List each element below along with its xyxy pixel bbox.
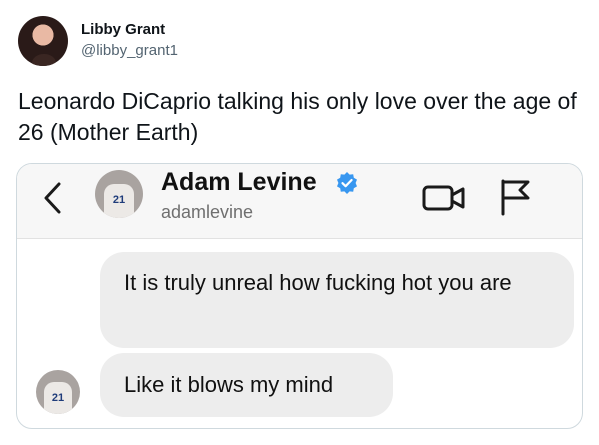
jersey-graphic: 21 <box>44 382 72 414</box>
jersey-number: 21 <box>51 392 65 404</box>
attached-image[interactable]: 21 Adam Levine adamlevine It is truly un… <box>16 163 583 429</box>
contact-name[interactable]: Adam Levine <box>161 168 317 197</box>
message-bubble[interactable]: It is truly unreal how fucking hot you a… <box>100 252 574 348</box>
verified-badge-icon <box>337 172 357 194</box>
jersey-number: 21 <box>112 194 126 206</box>
message-bubble[interactable]: Like it blows my mind <box>100 353 393 417</box>
contact-username: adamlevine <box>161 202 254 222</box>
flag-icon[interactable] <box>498 178 532 216</box>
video-call-icon[interactable] <box>421 182 467 214</box>
jersey-graphic: 21 <box>104 184 134 218</box>
author-handle[interactable]: @libby_grant1 <box>81 42 178 59</box>
sender-avatar[interactable]: 21 <box>36 370 80 414</box>
author-display-name[interactable]: Libby Grant <box>81 21 165 38</box>
dm-header: 21 Adam Levine adamlevine <box>17 164 582 239</box>
chevron-left-icon[interactable] <box>41 180 65 216</box>
author-avatar[interactable] <box>18 16 68 66</box>
tweet-text: Leonardo DiCaprio talking his only love … <box>18 88 577 145</box>
contact-avatar[interactable]: 21 <box>95 170 143 218</box>
